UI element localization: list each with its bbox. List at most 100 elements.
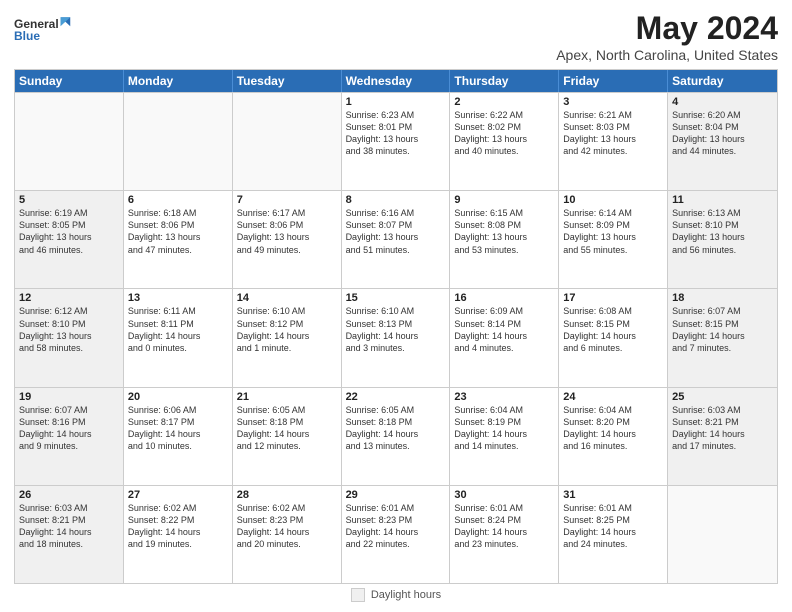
day-number: 16 — [454, 292, 554, 304]
empty-cell — [668, 486, 777, 583]
day-cell-11: 11Sunrise: 6:13 AM Sunset: 8:10 PM Dayli… — [668, 191, 777, 288]
empty-cell — [124, 93, 233, 190]
day-cell-19: 19Sunrise: 6:07 AM Sunset: 8:16 PM Dayli… — [15, 388, 124, 485]
day-number: 28 — [237, 489, 337, 501]
day-number: 20 — [128, 391, 228, 403]
day-cell-14: 14Sunrise: 6:10 AM Sunset: 8:12 PM Dayli… — [233, 289, 342, 386]
calendar-body: 1Sunrise: 6:23 AM Sunset: 8:01 PM Daylig… — [15, 92, 777, 583]
cell-info: Sunrise: 6:09 AM Sunset: 8:14 PM Dayligh… — [454, 305, 554, 354]
cell-info: Sunrise: 6:22 AM Sunset: 8:02 PM Dayligh… — [454, 109, 554, 158]
svg-text:Blue: Blue — [14, 29, 40, 43]
day-header-saturday: Saturday — [668, 70, 777, 92]
cell-info: Sunrise: 6:08 AM Sunset: 8:15 PM Dayligh… — [563, 305, 663, 354]
day-number: 19 — [19, 391, 119, 403]
week-row-4: 19Sunrise: 6:07 AM Sunset: 8:16 PM Dayli… — [15, 387, 777, 485]
cell-info: Sunrise: 6:03 AM Sunset: 8:21 PM Dayligh… — [19, 502, 119, 551]
legend-box — [351, 588, 365, 602]
day-number: 21 — [237, 391, 337, 403]
day-number: 31 — [563, 489, 663, 501]
day-cell-25: 25Sunrise: 6:03 AM Sunset: 8:21 PM Dayli… — [668, 388, 777, 485]
day-cell-4: 4Sunrise: 6:20 AM Sunset: 8:04 PM Daylig… — [668, 93, 777, 190]
day-header-monday: Monday — [124, 70, 233, 92]
cell-info: Sunrise: 6:21 AM Sunset: 8:03 PM Dayligh… — [563, 109, 663, 158]
cell-info: Sunrise: 6:12 AM Sunset: 8:10 PM Dayligh… — [19, 305, 119, 354]
day-number: 27 — [128, 489, 228, 501]
day-cell-10: 10Sunrise: 6:14 AM Sunset: 8:09 PM Dayli… — [559, 191, 668, 288]
day-cell-5: 5Sunrise: 6:19 AM Sunset: 8:05 PM Daylig… — [15, 191, 124, 288]
day-header-friday: Friday — [559, 70, 668, 92]
cell-info: Sunrise: 6:02 AM Sunset: 8:22 PM Dayligh… — [128, 502, 228, 551]
day-cell-17: 17Sunrise: 6:08 AM Sunset: 8:15 PM Dayli… — [559, 289, 668, 386]
day-number: 12 — [19, 292, 119, 304]
day-number: 11 — [672, 194, 773, 206]
day-cell-27: 27Sunrise: 6:02 AM Sunset: 8:22 PM Dayli… — [124, 486, 233, 583]
day-cell-26: 26Sunrise: 6:03 AM Sunset: 8:21 PM Dayli… — [15, 486, 124, 583]
day-number: 18 — [672, 292, 773, 304]
cell-info: Sunrise: 6:01 AM Sunset: 8:23 PM Dayligh… — [346, 502, 446, 551]
day-number: 4 — [672, 96, 773, 108]
day-cell-31: 31Sunrise: 6:01 AM Sunset: 8:25 PM Dayli… — [559, 486, 668, 583]
day-cell-28: 28Sunrise: 6:02 AM Sunset: 8:23 PM Dayli… — [233, 486, 342, 583]
day-cell-9: 9Sunrise: 6:15 AM Sunset: 8:08 PM Daylig… — [450, 191, 559, 288]
week-row-3: 12Sunrise: 6:12 AM Sunset: 8:10 PM Dayli… — [15, 288, 777, 386]
cell-info: Sunrise: 6:02 AM Sunset: 8:23 PM Dayligh… — [237, 502, 337, 551]
day-number: 2 — [454, 96, 554, 108]
day-number: 1 — [346, 96, 446, 108]
day-cell-21: 21Sunrise: 6:05 AM Sunset: 8:18 PM Dayli… — [233, 388, 342, 485]
cell-info: Sunrise: 6:10 AM Sunset: 8:12 PM Dayligh… — [237, 305, 337, 354]
day-cell-15: 15Sunrise: 6:10 AM Sunset: 8:13 PM Dayli… — [342, 289, 451, 386]
cell-info: Sunrise: 6:14 AM Sunset: 8:09 PM Dayligh… — [563, 207, 663, 256]
legend-label: Daylight hours — [371, 589, 441, 601]
day-number: 17 — [563, 292, 663, 304]
day-number: 24 — [563, 391, 663, 403]
day-cell-1: 1Sunrise: 6:23 AM Sunset: 8:01 PM Daylig… — [342, 93, 451, 190]
day-cell-2: 2Sunrise: 6:22 AM Sunset: 8:02 PM Daylig… — [450, 93, 559, 190]
day-number: 7 — [237, 194, 337, 206]
calendar-header: SundayMondayTuesdayWednesdayThursdayFrid… — [15, 70, 777, 92]
cell-info: Sunrise: 6:15 AM Sunset: 8:08 PM Dayligh… — [454, 207, 554, 256]
cell-info: Sunrise: 6:05 AM Sunset: 8:18 PM Dayligh… — [237, 404, 337, 453]
day-number: 10 — [563, 194, 663, 206]
footer: Daylight hours — [14, 584, 778, 602]
day-cell-3: 3Sunrise: 6:21 AM Sunset: 8:03 PM Daylig… — [559, 93, 668, 190]
cell-info: Sunrise: 6:19 AM Sunset: 8:05 PM Dayligh… — [19, 207, 119, 256]
main-title: May 2024 — [556, 10, 778, 47]
cell-info: Sunrise: 6:07 AM Sunset: 8:15 PM Dayligh… — [672, 305, 773, 354]
day-number: 13 — [128, 292, 228, 304]
day-number: 22 — [346, 391, 446, 403]
cell-info: Sunrise: 6:03 AM Sunset: 8:21 PM Dayligh… — [672, 404, 773, 453]
cell-info: Sunrise: 6:06 AM Sunset: 8:17 PM Dayligh… — [128, 404, 228, 453]
day-cell-7: 7Sunrise: 6:17 AM Sunset: 8:06 PM Daylig… — [233, 191, 342, 288]
day-header-sunday: Sunday — [15, 70, 124, 92]
day-cell-8: 8Sunrise: 6:16 AM Sunset: 8:07 PM Daylig… — [342, 191, 451, 288]
title-block: May 2024 Apex, North Carolina, United St… — [556, 10, 778, 63]
day-cell-13: 13Sunrise: 6:11 AM Sunset: 8:11 PM Dayli… — [124, 289, 233, 386]
cell-info: Sunrise: 6:23 AM Sunset: 8:01 PM Dayligh… — [346, 109, 446, 158]
cell-info: Sunrise: 6:01 AM Sunset: 8:25 PM Dayligh… — [563, 502, 663, 551]
day-header-wednesday: Wednesday — [342, 70, 451, 92]
day-number: 30 — [454, 489, 554, 501]
calendar: SundayMondayTuesdayWednesdayThursdayFrid… — [14, 69, 778, 584]
day-cell-12: 12Sunrise: 6:12 AM Sunset: 8:10 PM Dayli… — [15, 289, 124, 386]
day-number: 8 — [346, 194, 446, 206]
cell-info: Sunrise: 6:07 AM Sunset: 8:16 PM Dayligh… — [19, 404, 119, 453]
page: General Blue May 2024 Apex, North Caroli… — [0, 0, 792, 612]
day-number: 26 — [19, 489, 119, 501]
day-number: 9 — [454, 194, 554, 206]
day-cell-20: 20Sunrise: 6:06 AM Sunset: 8:17 PM Dayli… — [124, 388, 233, 485]
day-number: 6 — [128, 194, 228, 206]
day-cell-30: 30Sunrise: 6:01 AM Sunset: 8:24 PM Dayli… — [450, 486, 559, 583]
day-header-tuesday: Tuesday — [233, 70, 342, 92]
day-number: 29 — [346, 489, 446, 501]
cell-info: Sunrise: 6:01 AM Sunset: 8:24 PM Dayligh… — [454, 502, 554, 551]
cell-info: Sunrise: 6:18 AM Sunset: 8:06 PM Dayligh… — [128, 207, 228, 256]
logo-icon: General Blue — [14, 10, 74, 50]
day-number: 15 — [346, 292, 446, 304]
day-number: 5 — [19, 194, 119, 206]
day-cell-6: 6Sunrise: 6:18 AM Sunset: 8:06 PM Daylig… — [124, 191, 233, 288]
day-cell-16: 16Sunrise: 6:09 AM Sunset: 8:14 PM Dayli… — [450, 289, 559, 386]
week-row-1: 1Sunrise: 6:23 AM Sunset: 8:01 PM Daylig… — [15, 92, 777, 190]
day-header-thursday: Thursday — [450, 70, 559, 92]
cell-info: Sunrise: 6:20 AM Sunset: 8:04 PM Dayligh… — [672, 109, 773, 158]
day-cell-29: 29Sunrise: 6:01 AM Sunset: 8:23 PM Dayli… — [342, 486, 451, 583]
